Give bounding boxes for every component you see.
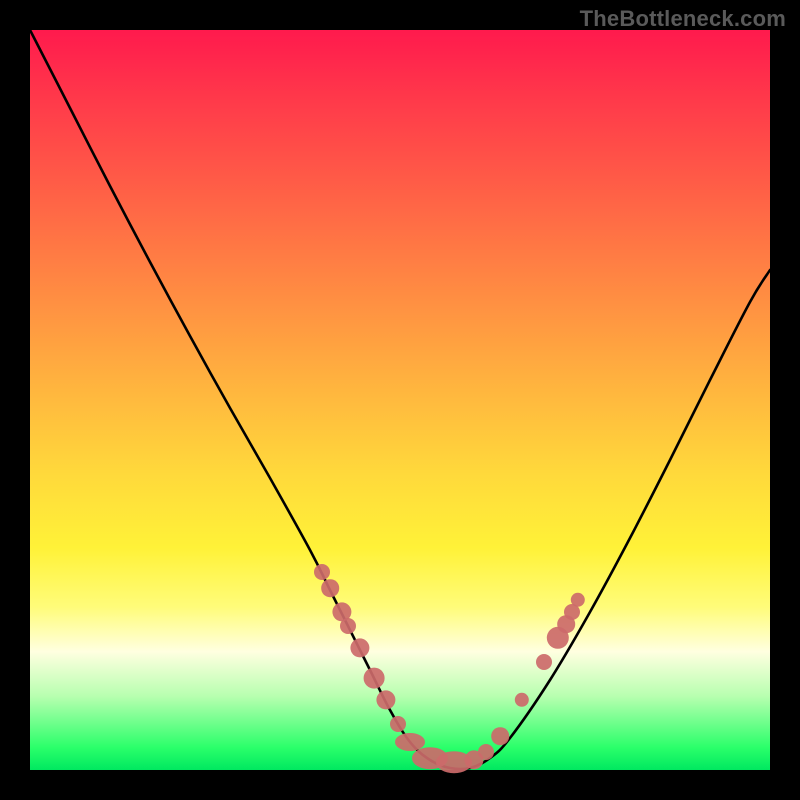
data-marker bbox=[321, 579, 339, 597]
data-marker bbox=[314, 564, 330, 580]
bottleneck-curve bbox=[30, 30, 770, 769]
plot-area bbox=[30, 30, 770, 770]
data-marker bbox=[364, 668, 385, 689]
watermark-text: TheBottleneck.com bbox=[580, 6, 786, 32]
data-marker bbox=[478, 744, 494, 760]
chart-frame: TheBottleneck.com bbox=[0, 0, 800, 800]
data-marker bbox=[491, 727, 509, 745]
curve-svg bbox=[30, 30, 770, 770]
data-marker bbox=[536, 654, 552, 670]
data-marker bbox=[390, 716, 406, 732]
data-marker bbox=[340, 618, 356, 634]
